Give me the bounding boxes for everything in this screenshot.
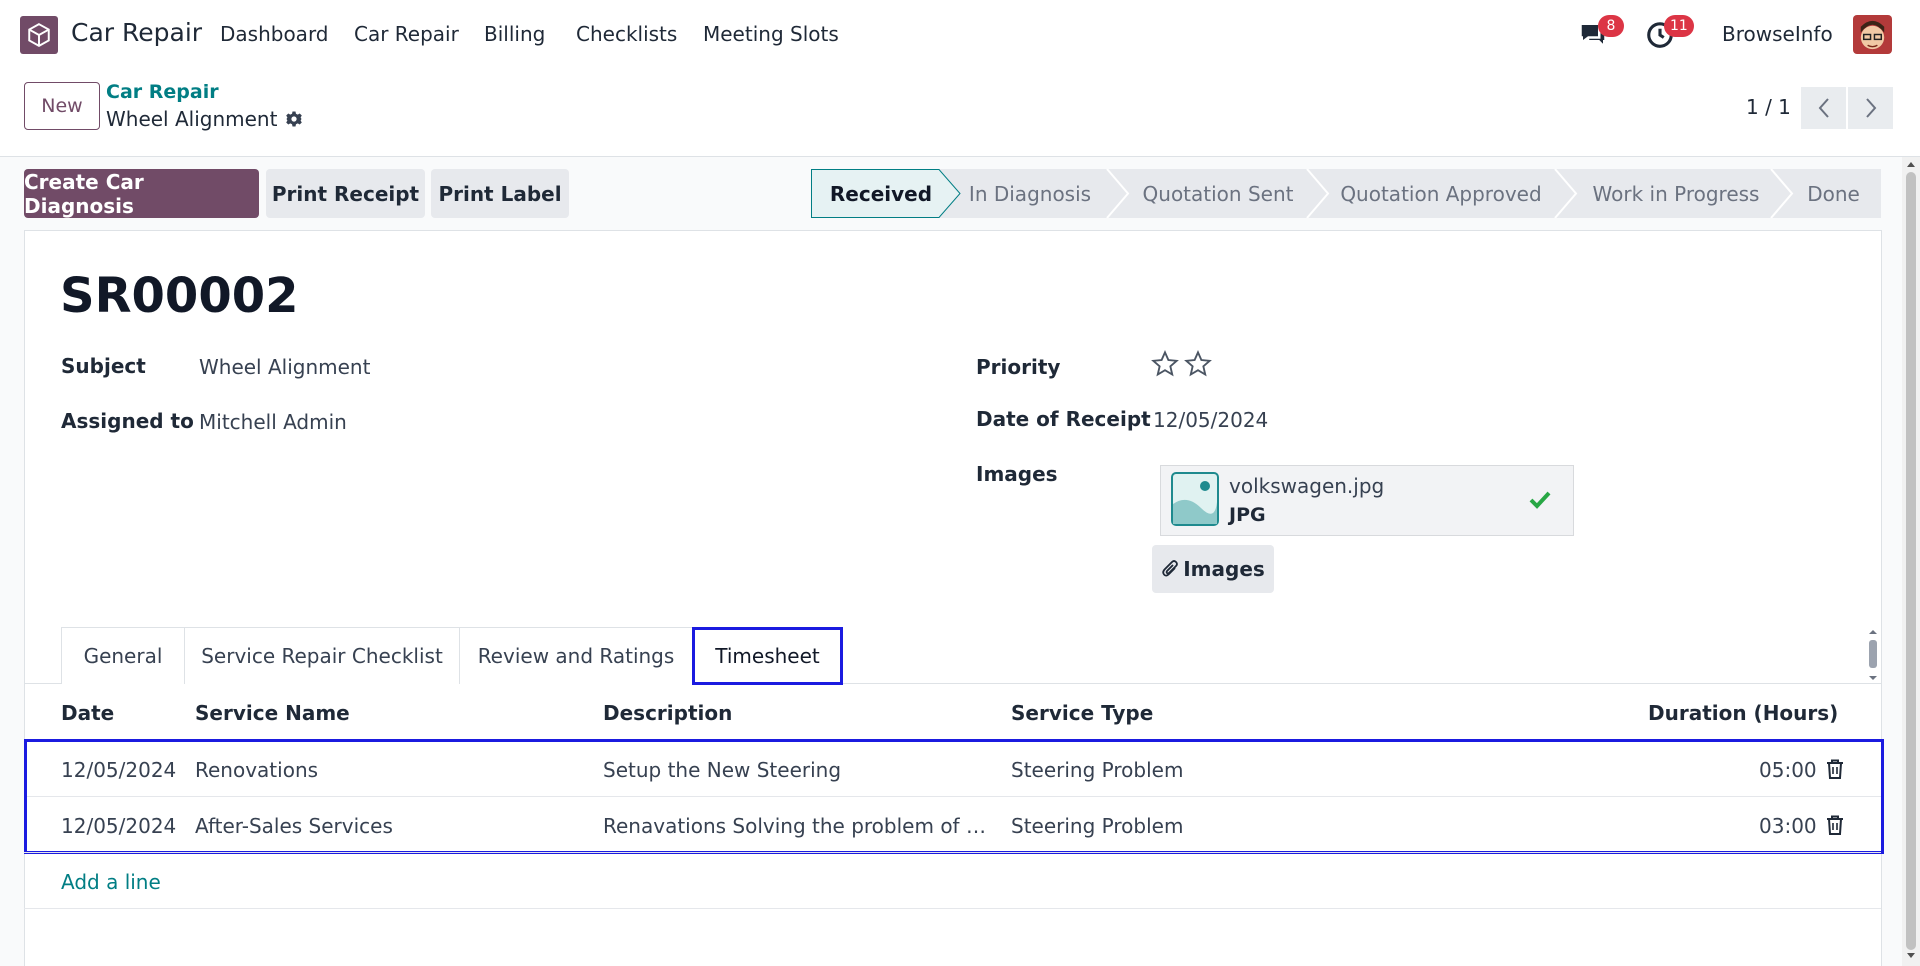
breadcrumb-parent[interactable]: Car Repair xyxy=(106,81,219,103)
menu-meeting-slots[interactable]: Meeting Slots xyxy=(703,22,839,46)
print-receipt-button[interactable]: Print Receipt xyxy=(266,169,425,218)
chevron-right-icon xyxy=(1865,98,1876,118)
assigned-to-field[interactable]: Mitchell Admin xyxy=(199,410,347,434)
tab-timesheet[interactable]: Timesheet xyxy=(692,627,843,685)
record-name[interactable]: SR00002 xyxy=(60,268,299,324)
stage-in-diagnosis[interactable]: In Diagnosis xyxy=(960,169,1100,218)
print-label-button[interactable]: Print Label xyxy=(431,169,569,218)
menu-dashboard[interactable]: Dashboard xyxy=(220,22,329,46)
stage-quotation-sent[interactable]: Quotation Sent xyxy=(1121,169,1315,218)
menu-billing[interactable]: Billing xyxy=(484,22,545,46)
rows-highlight-box xyxy=(24,739,1884,854)
tabs-scrollbar[interactable] xyxy=(1866,628,1880,682)
images-label: Images xyxy=(976,462,1058,486)
form-sheet xyxy=(24,230,1882,966)
attachment-type: JPG xyxy=(1229,504,1266,526)
attachment-name: volkswagen.jpg xyxy=(1229,474,1385,498)
attachment-card[interactable]: volkswagen.jpg JPG xyxy=(1160,465,1574,536)
date-of-receipt-label: Date of Receipt xyxy=(976,407,1151,431)
breadcrumb-current: Wheel Alignment xyxy=(106,107,303,131)
menu-checklists[interactable]: Checklists xyxy=(576,22,677,46)
column-header-service-type[interactable]: Service Type xyxy=(1011,701,1153,725)
activities-badge: 11 xyxy=(1664,15,1694,37)
user-avatar[interactable] xyxy=(1853,15,1892,54)
subject-label: Subject xyxy=(61,354,146,378)
column-header-service-name[interactable]: Service Name xyxy=(195,701,350,725)
chevron-left-icon xyxy=(1818,98,1829,118)
company-switcher[interactable]: BrowseInfo xyxy=(1722,22,1833,46)
upload-images-label: Images xyxy=(1183,557,1265,581)
control-panel: New Car Repair Wheel Alignment 1 / 1 xyxy=(0,68,1920,157)
create-car-diagnosis-button[interactable]: Create Car Diagnosis xyxy=(24,169,259,218)
stage-quotation-approved[interactable]: Quotation Approved xyxy=(1321,169,1561,218)
column-header-date[interactable]: Date xyxy=(61,701,114,725)
column-header-duration[interactable]: Duration (Hours) xyxy=(1648,701,1838,725)
priority-label: Priority xyxy=(976,355,1061,379)
pager-previous-button[interactable] xyxy=(1801,87,1846,129)
pager-value[interactable]: 1 / 1 xyxy=(1746,95,1791,119)
menu-car-repair[interactable]: Car Repair xyxy=(354,22,459,46)
stage-work-in-progress[interactable]: Work in Progress xyxy=(1576,169,1776,218)
tab-service-repair-checklist[interactable]: Service Repair Checklist xyxy=(184,627,460,684)
assigned-to-label: Assigned to xyxy=(61,409,194,433)
messages-badge: 8 xyxy=(1598,15,1624,37)
check-icon xyxy=(1529,490,1551,515)
stage-done[interactable]: Done xyxy=(1786,169,1881,218)
upload-images-button[interactable]: Images xyxy=(1152,545,1274,593)
stage-received[interactable]: Received xyxy=(811,169,951,218)
column-header-description[interactable]: Description xyxy=(603,701,732,725)
breadcrumb-current-label: Wheel Alignment xyxy=(106,107,278,131)
top-navbar: Car Repair Dashboard Car Repair Billing … xyxy=(0,0,1920,68)
paperclip-icon xyxy=(1162,560,1179,577)
subject-field[interactable]: Wheel Alignment xyxy=(199,355,370,379)
date-of-receipt-field[interactable]: 12/05/2024 xyxy=(1153,408,1268,432)
priority-star-icon[interactable] xyxy=(1184,350,1212,378)
add-a-line-link[interactable]: Add a line xyxy=(61,870,161,894)
new-button[interactable]: New xyxy=(24,82,100,130)
priority-star-icon[interactable] xyxy=(1151,350,1179,378)
app-title[interactable]: Car Repair xyxy=(71,18,202,47)
pager-next-button[interactable] xyxy=(1848,87,1893,129)
row-divider xyxy=(24,852,1881,853)
tab-review-and-ratings[interactable]: Review and Ratings xyxy=(459,627,693,684)
gear-icon[interactable] xyxy=(285,110,303,128)
image-file-icon xyxy=(1171,472,1219,531)
table-footer-divider xyxy=(24,908,1881,909)
page-scrollbar-thumb[interactable] xyxy=(1906,172,1916,950)
app-logo-icon[interactable] xyxy=(20,16,58,54)
tab-general[interactable]: General xyxy=(61,627,185,684)
